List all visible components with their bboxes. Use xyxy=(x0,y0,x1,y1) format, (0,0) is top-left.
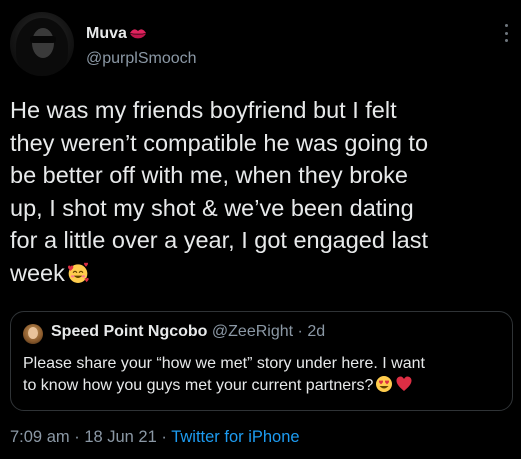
smiling-face-with-hearts-icon xyxy=(67,262,89,283)
tweet-text-line: He was my friends boyfriend but I felt xyxy=(10,97,397,123)
quoted-text-last-line: to know how you guys met your current pa… xyxy=(23,375,508,397)
more-options-icon[interactable] xyxy=(500,22,512,44)
tweet-text-line: up, I shot my shot & we’ve been dating xyxy=(10,194,414,221)
tweet-text-line: be better off with me, when they broke xyxy=(10,162,408,188)
heart-eyes-icon xyxy=(376,376,393,392)
author-name-row[interactable]: Muva xyxy=(86,24,147,44)
tweet-text-line: week xyxy=(10,259,65,286)
tweet-time[interactable]: 7:09 am xyxy=(10,428,70,446)
red-heart-icon xyxy=(396,376,412,391)
quoted-text-line: to know how you guys met your current pa… xyxy=(23,377,374,394)
tweet-text: He was my friends boyfriend but I felt t… xyxy=(10,94,515,289)
tweet-card: Muva @purplSmooch He was my friends boyf… xyxy=(0,0,521,459)
tweet-source-link[interactable]: Twitter for iPhone xyxy=(171,428,299,446)
tweet-text-line: for a little over a year, I got engaged … xyxy=(10,227,429,253)
meta-separator: · xyxy=(74,428,80,446)
quoted-text-line: Please share your “how we met” story und… xyxy=(23,355,425,372)
quoted-tweet[interactable]: Speed Point Ngcobo @ZeeRight · 2d Please… xyxy=(10,311,513,411)
quoted-tweet-time: 2d xyxy=(307,323,326,340)
quoted-author-display-name: Speed Point Ngcobo xyxy=(51,323,208,340)
meta-separator: · xyxy=(161,428,167,446)
kiss-mark-icon xyxy=(129,29,146,39)
author-display-name[interactable]: Muva xyxy=(86,25,127,43)
quoted-header-separator: · xyxy=(297,323,303,340)
quoted-tweet-text: Please share your “how we met” story und… xyxy=(23,353,508,397)
quoted-author-handle: @ZeeRight xyxy=(211,323,294,340)
quoted-tweet-header: Speed Point Ngcobo @ZeeRight · 2d xyxy=(51,323,325,341)
tweet-date[interactable]: 18 Jun 21 xyxy=(84,428,156,446)
tweet-text-last-line: week xyxy=(10,257,515,290)
tweet-text-line: they weren’t compatible he was going to xyxy=(10,129,429,156)
author-handle[interactable]: @purplSmooch xyxy=(86,50,197,68)
author-avatar[interactable] xyxy=(10,12,74,76)
tweet-meta: 7:09 am · 18 Jun 21 · Twitter for iPhone xyxy=(10,428,300,447)
quoted-author-avatar xyxy=(23,324,43,344)
